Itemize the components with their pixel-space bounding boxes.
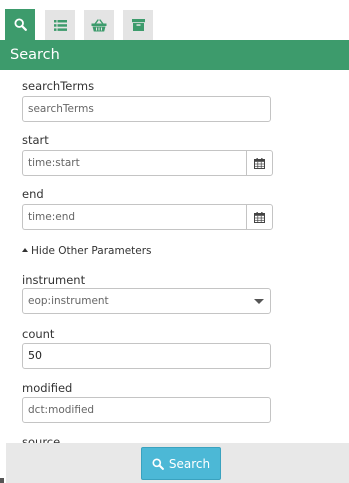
tab-basket[interactable] — [84, 10, 114, 40]
start-date-group: time:start — [22, 150, 273, 176]
instrument-value: eop:instrument — [28, 295, 109, 307]
source-label: source — [22, 435, 61, 443]
toggle-label: Hide Other Parameters — [31, 245, 152, 257]
search-button[interactable]: Search — [141, 447, 221, 480]
end-calendar-button[interactable] — [246, 204, 273, 230]
instrument-select[interactable]: eop:instrument — [22, 288, 271, 314]
page-title: Search — [10, 47, 60, 63]
start-input[interactable]: time:start — [22, 150, 247, 176]
searchterms-input[interactable]: searchTerms — [22, 96, 271, 122]
hide-parameters-toggle[interactable]: Hide Other Parameters — [22, 245, 152, 257]
end-date-group: time:end — [22, 204, 273, 230]
instrument-label: instrument — [22, 273, 86, 287]
archive-icon — [131, 19, 145, 31]
calendar-icon — [254, 211, 265, 223]
calendar-icon — [254, 157, 265, 169]
tab-search[interactable] — [5, 9, 35, 40]
start-label: start — [22, 133, 49, 147]
search-icon — [13, 18, 27, 31]
modified-label: modified — [22, 381, 73, 395]
searchterms-label: searchTerms — [22, 79, 95, 93]
basket-icon — [91, 18, 107, 31]
dropdown-arrow-icon — [254, 299, 264, 304]
panel-header: Search — [0, 40, 349, 70]
count-label: count — [22, 327, 55, 341]
window-corner — [0, 478, 4, 483]
end-input[interactable]: time:end — [22, 204, 247, 230]
list-icon — [53, 19, 67, 31]
search-icon — [152, 457, 164, 470]
modified-input[interactable]: dct:modified — [22, 397, 271, 423]
search-button-label: Search — [168, 456, 211, 471]
search-form: searchTerms searchTerms start time:start… — [0, 70, 349, 443]
start-calendar-button[interactable] — [246, 150, 273, 176]
caret-up-icon — [22, 248, 28, 252]
tab-bar — [0, 0, 349, 40]
tab-results[interactable] — [45, 10, 75, 40]
end-label: end — [22, 187, 44, 201]
count-input[interactable]: 50 — [22, 343, 271, 369]
tab-archive[interactable] — [123, 10, 153, 40]
